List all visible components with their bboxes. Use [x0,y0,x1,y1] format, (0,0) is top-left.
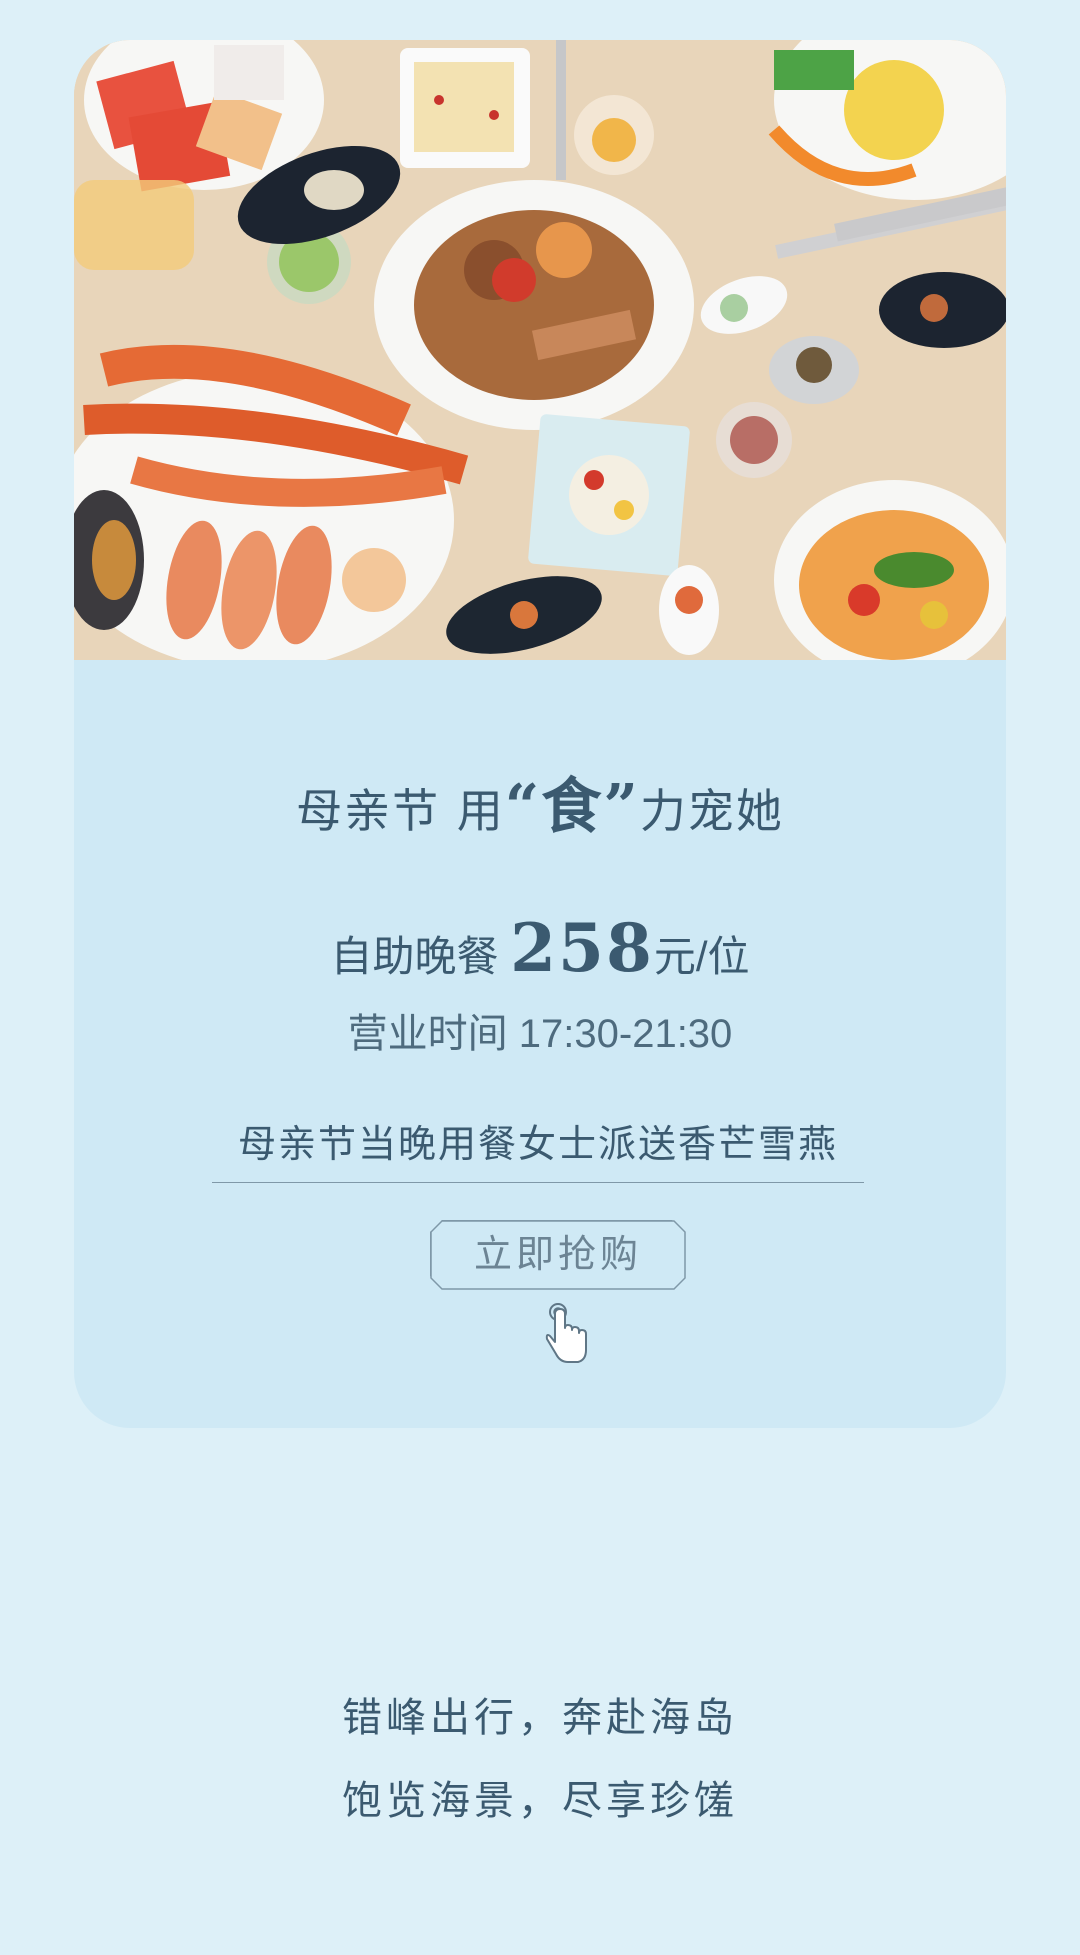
headline-prefix: 母亲节 用 [296,784,505,838]
headline-close-quote: ” [603,772,640,842]
page: 母亲节 用“食”力宠她 自助晚餐 258元/位 营业时间 17:30-21:30… [0,0,1080,1955]
gift-note: 母亲节当晚用餐女士派送香芒雪燕 [212,1114,864,1183]
headline-open-quote: “ [504,772,542,842]
price-label: 自助晚餐 [330,933,511,980]
tagline-line-1: 错峰出行，奔赴海岛 [342,1695,738,1741]
headline-quoted-word: 食 [541,772,604,842]
headline-suffix: 力宠她 [639,784,784,838]
hand-pointer-icon [545,1303,587,1363]
business-hours: 营业时间 17:30-21:30 [347,1012,733,1056]
price-line: 自助晚餐 258元/位 [74,908,1006,997]
promo-card: 母亲节 用“食”力宠她 自助晚餐 258元/位 营业时间 17:30-21:30… [74,40,1006,1428]
price-amount: 258 [510,909,654,987]
buffet-food-photo [74,40,1006,660]
tagline-line-2: 饱览海景，尽享珍馐 [342,1778,738,1824]
buy-now-button[interactable]: 立即抢购 [430,1220,684,1288]
price-unit: 元/位 [653,933,750,980]
headline: 母亲节 用“食”力宠她 [74,772,1006,846]
